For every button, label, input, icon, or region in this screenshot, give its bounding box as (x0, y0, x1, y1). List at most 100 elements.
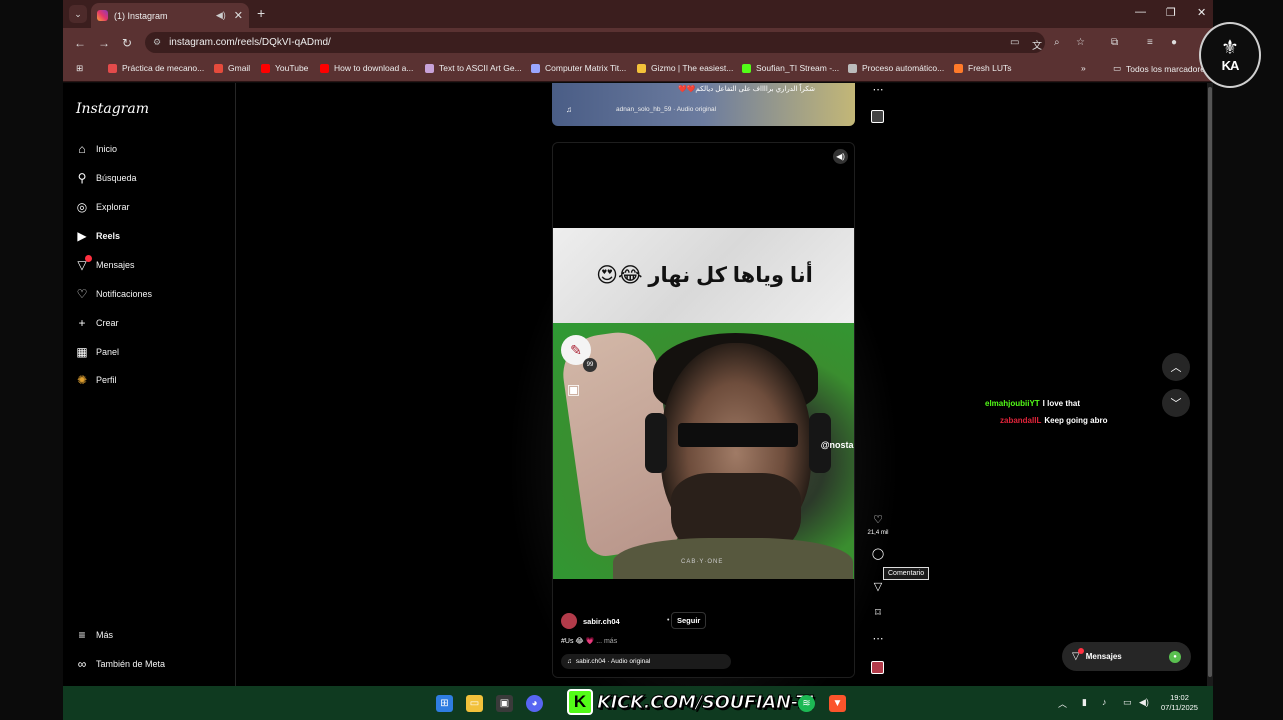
translate-icon[interactable]: 文 (1032, 37, 1042, 52)
microphone-icon[interactable]: ♪ (1102, 697, 1107, 707)
sidebar-item-meta[interactable]: ∞ También de Meta (75, 657, 165, 671)
instagram-logo[interactable]: Instagram (76, 101, 149, 117)
search-icon: ⚲ (77, 171, 87, 185)
brave-icon[interactable]: ▼ (829, 695, 846, 712)
discord-icon[interactable]: ◕ (526, 695, 543, 712)
shirt-text: CAB·Y·ONE (681, 559, 724, 565)
scrollbar-thumb[interactable] (1208, 87, 1212, 677)
share-icon[interactable]: ▽ (868, 580, 888, 593)
plus-icon: + (78, 316, 86, 330)
usb-icon[interactable]: ▮ (1082, 697, 1087, 708)
reel-video[interactable]: ◀) أنا وياها كل نهار 😂😍 @nostal CAB·Y·ON… (552, 142, 855, 678)
chevron-down-icon: ﹀ (1170, 398, 1182, 410)
address-bar[interactable]: ⚙ instagram.com/reels/DQkVI-qADmd/ (145, 32, 1045, 53)
file-explorer-icon[interactable]: ▭ (466, 695, 483, 712)
sidebar-item-label: También de Meta (96, 659, 166, 669)
sidebar-item-label: Perfil (96, 375, 117, 385)
toolbar: ← → ↻ ⚙ instagram.com/reels/DQkVI-qADmd/… (63, 28, 1213, 57)
username[interactable]: sabir.ch04 (583, 617, 620, 626)
sunglasses (678, 423, 798, 447)
sidebar-item-inicio[interactable]: ⌂ Inicio (75, 142, 117, 156)
windows-start-icon[interactable]: ⊞ (436, 695, 453, 712)
bookmark-item[interactable]: YouTube (261, 63, 308, 73)
messages-button[interactable]: ▽ Mensajes ● (1062, 642, 1191, 671)
tab-bar: ⌄ (1) Instagram ◀) ✕ + — ❐ ✕ (63, 0, 1213, 28)
kick-channel-banner: K KICK.COM/SOUFIAN-TI (567, 688, 814, 716)
reload-icon[interactable]: ↻ (122, 36, 132, 50)
bookmark-item[interactable]: Computer Matrix Tit... (531, 63, 626, 73)
maximize-button[interactable]: ❐ (1166, 6, 1176, 19)
sidebar-item-label: Notificaciones (96, 289, 153, 299)
sidebar-item-crear[interactable]: + Crear (75, 316, 118, 330)
bookmark-item[interactable]: Soufian_TI Stream -... (742, 63, 839, 73)
bookmark-item[interactable]: Práctica de mecano... (108, 63, 204, 73)
close-tab-icon[interactable]: ✕ (234, 9, 243, 22)
network-icon[interactable]: ▭ (1123, 697, 1132, 708)
previous-reel[interactable]: شكراً الدراري برااااف على التفاعل ديالكم… (552, 83, 855, 126)
new-tab-button[interactable]: + (257, 5, 265, 21)
tray-chevron-up-icon[interactable]: ︿ (1058, 697, 1067, 710)
streamer-emblem-logo: ⚜ KA (1199, 22, 1261, 88)
more-link[interactable]: ... más (596, 638, 617, 645)
left-margin (0, 0, 63, 720)
bookmark-item[interactable]: How to download a... (320, 63, 413, 73)
forward-icon[interactable]: → (98, 36, 110, 50)
spotify-icon[interactable]: ≋ (798, 695, 815, 712)
gallery-icon[interactable]: ▣ (567, 381, 580, 398)
sidebar-item-label: Más (96, 630, 114, 640)
minimize-button[interactable]: — (1135, 6, 1146, 18)
save-icon[interactable]: ⌑ (868, 606, 888, 619)
tab-search-dropdown[interactable]: ⌄ (69, 5, 87, 23)
page-scrollbar[interactable] (1207, 83, 1213, 686)
clock[interactable]: 19:02 07/11/2025 (1161, 693, 1198, 713)
next-reel-button[interactable]: ﹀ (1162, 389, 1190, 417)
sidebar-item-mensajes[interactable]: ▽ Mensajes (75, 255, 135, 272)
apps-icon[interactable]: ⊞ (76, 63, 83, 74)
more-options-icon[interactable]: ⋯ (868, 83, 888, 96)
youtube-icon (320, 63, 329, 73)
sidebar-item-notificaciones[interactable]: ♡ Notificaciones (75, 287, 152, 301)
compass-icon: ◎ (76, 200, 88, 214)
sidebar-item-reels[interactable]: ▶ Reels (75, 229, 120, 243)
follow-button[interactable]: Seguir (671, 612, 707, 629)
bookmark-item[interactable]: Gmail (214, 63, 250, 73)
profile-icon[interactable]: ● (1171, 37, 1177, 48)
audio-link[interactable]: ♫ sabir.ch04 · Audio original (561, 654, 731, 669)
back-icon[interactable]: ← (74, 36, 86, 50)
sidebar-item-perfil[interactable]: ✺ Perfil (75, 373, 117, 387)
avatar[interactable] (561, 613, 577, 629)
bookmark-item[interactable]: Proceso automático... (848, 63, 944, 73)
store-icon[interactable]: ▣ (496, 695, 513, 712)
sidebar-item-busqueda[interactable]: ⚲ Búsqueda (75, 171, 137, 185)
sidebar-item-panel[interactable]: ▦ Panel (75, 345, 119, 359)
zoom-icon[interactable]: ⌕ (1054, 37, 1060, 48)
previous-reel-button[interactable]: ︿ (1162, 353, 1190, 381)
video-frame[interactable]: @nostal CAB·Y·ONE ✎ 99 ▣ (553, 323, 854, 579)
previous-audio-thumbnail[interactable] (871, 110, 884, 123)
bookmark-star-icon[interactable]: ☆ (1076, 37, 1085, 48)
speaker-icon[interactable]: ◀) (216, 10, 226, 21)
site-info-icon[interactable]: ⚙ (153, 37, 161, 48)
close-window-button[interactable]: ✕ (1197, 6, 1206, 19)
more-bookmarks-icon[interactable]: » (1081, 63, 1086, 73)
sidebar-item-mas[interactable]: ≡ Más (75, 628, 113, 642)
audio-thumbnail[interactable] (871, 661, 884, 674)
previous-reel-audio[interactable]: adnan_solo_hb_59 · Audio original (616, 106, 716, 113)
media-icon[interactable]: ≡ (1147, 37, 1153, 48)
all-bookmarks[interactable]: ▭ Todos los marcadores (1113, 63, 1209, 74)
like-icon[interactable]: ♡ (868, 513, 888, 526)
volume-icon[interactable]: ◀) (833, 149, 848, 164)
speaker-icon[interactable]: ◀) (1139, 697, 1149, 708)
messages-icon: ▽ (1072, 648, 1084, 662)
tab-instagram[interactable]: (1) Instagram ◀) ✕ (91, 3, 249, 28)
sidebar-item-explorar[interactable]: ◎ Explorar (75, 200, 130, 214)
more-options-icon[interactable]: ⋯ (868, 632, 888, 645)
star-icon (637, 63, 646, 73)
dashboard-icon: ▦ (76, 345, 88, 359)
extensions-icon[interactable]: ⧉ (1111, 37, 1118, 48)
bookmark-item[interactable]: Gizmo | The easiest... (637, 63, 733, 73)
comment-icon[interactable]: ◯ (868, 547, 888, 560)
bookmark-item[interactable]: Text to ASCII Art Ge... (425, 63, 522, 73)
bookmark-item[interactable]: Fresh LUTs (954, 63, 1011, 73)
cast-icon[interactable]: ▭ (1010, 37, 1019, 48)
